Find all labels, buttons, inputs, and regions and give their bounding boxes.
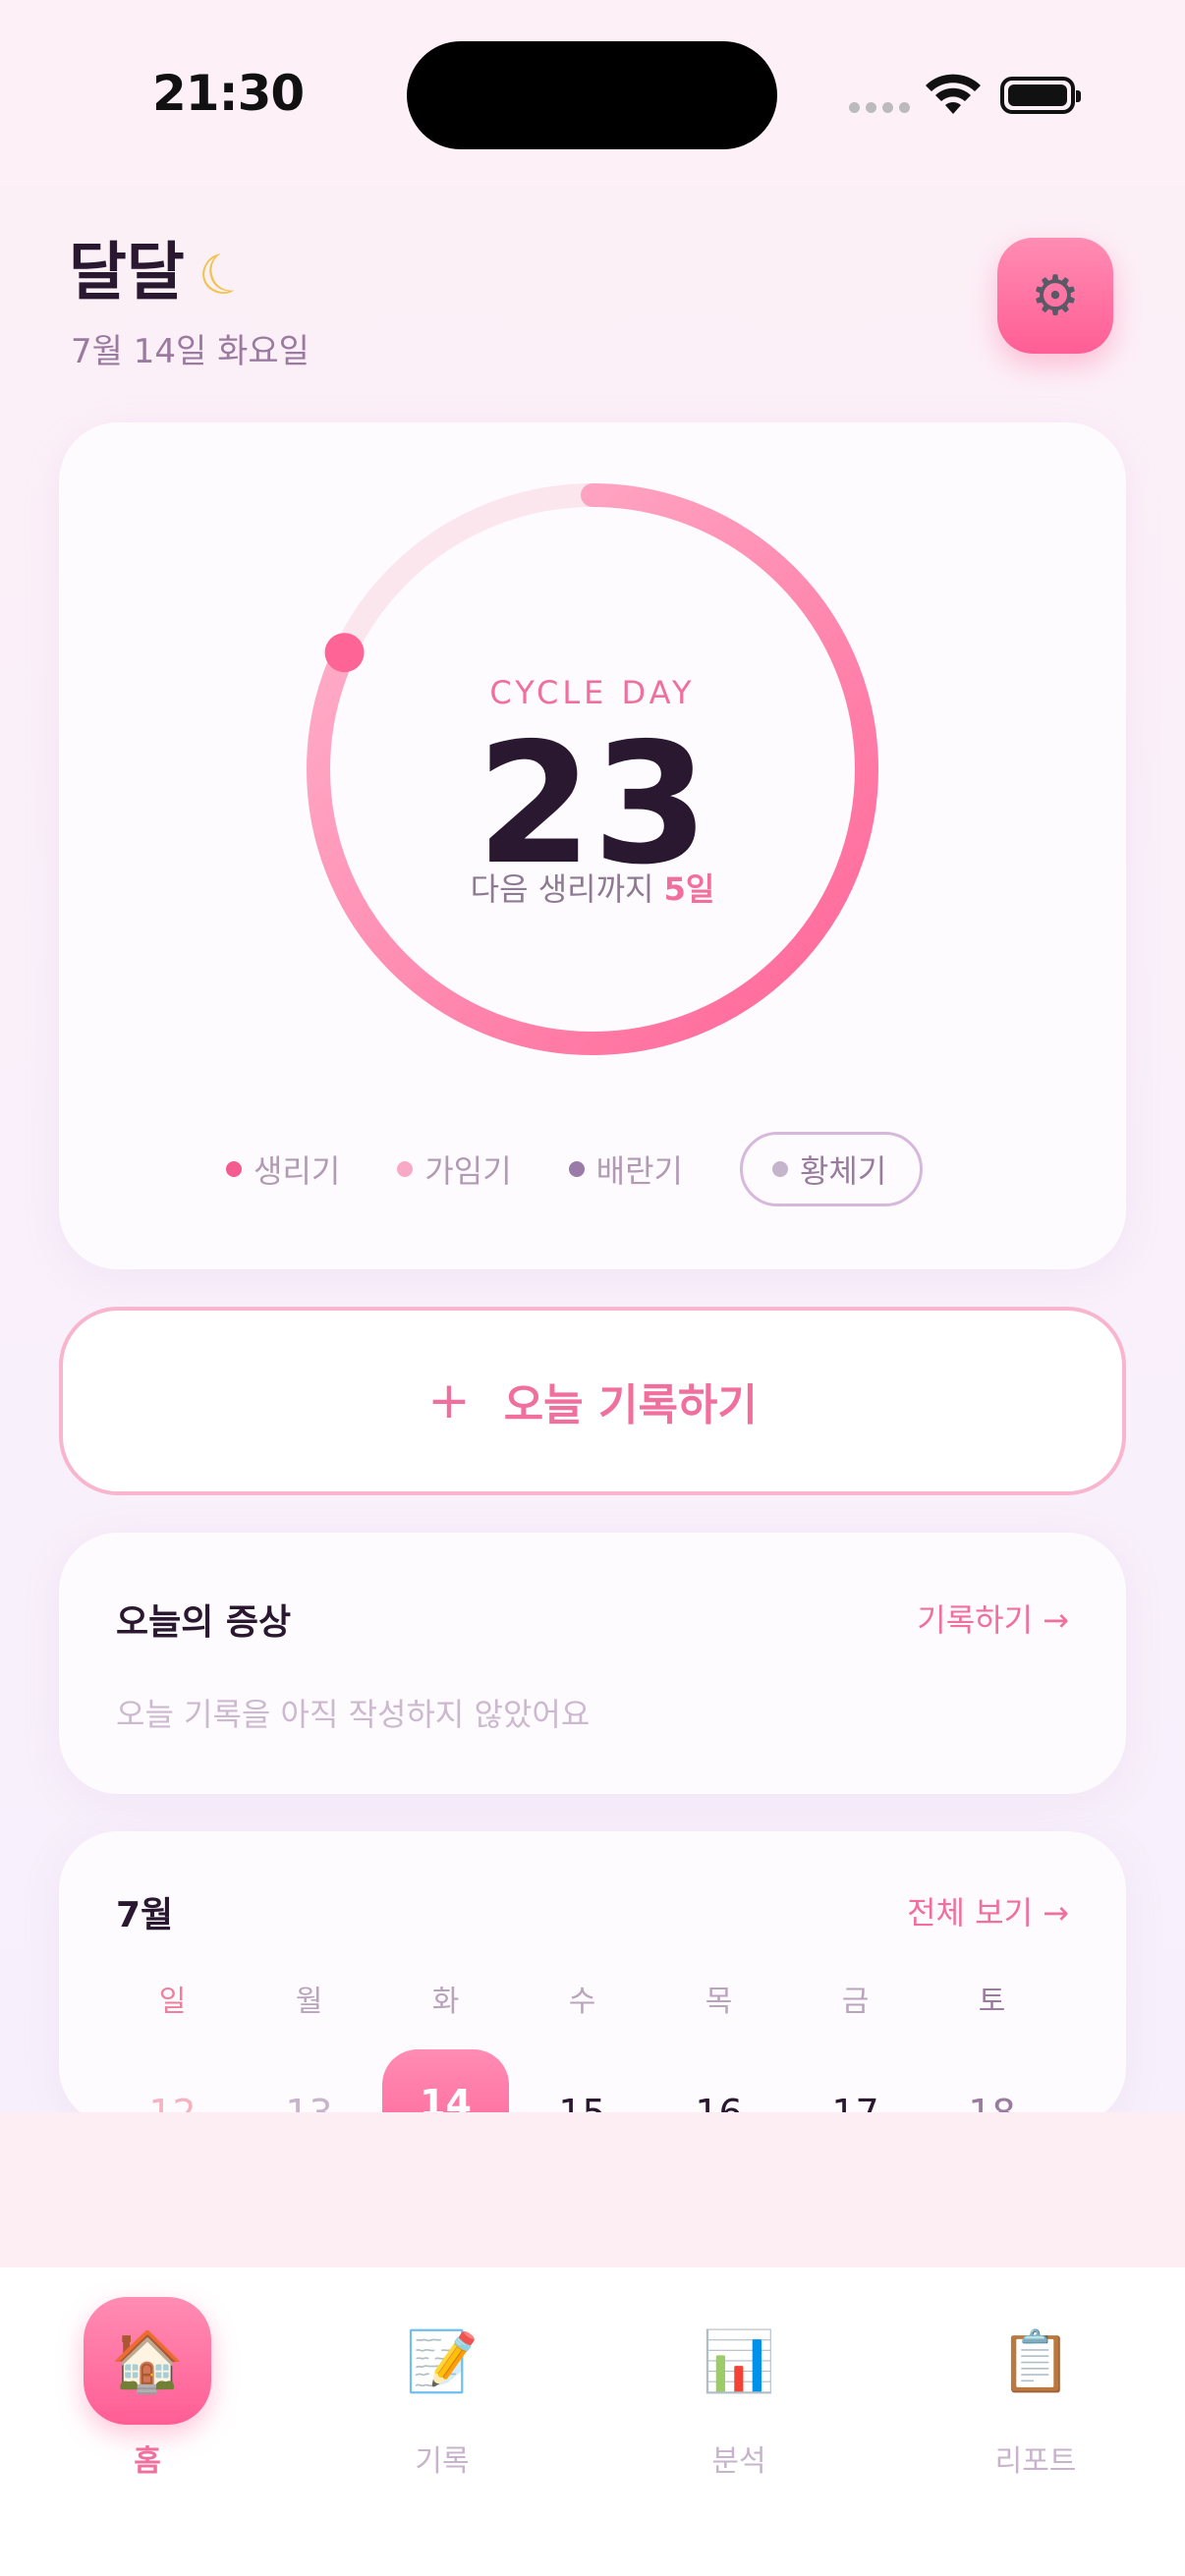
bottom-tab-bar: 🏠 홈 📝 기록 📊 분석 📋 리포트 (0, 2268, 1185, 2576)
moon-icon: ☾ (189, 237, 257, 314)
symptoms-record-link[interactable]: 기록하기 → (917, 1596, 1069, 1641)
memo-icon: 📝 (405, 2326, 480, 2396)
current-date: 7월 14일 화요일 (71, 332, 310, 371)
bar-chart-icon: 📊 (702, 2326, 776, 2396)
tab-report-label: 리포트 (994, 2444, 1077, 2479)
cycle-card: CYCLE DAY 23 다음 생리까지 5일 생리기 가임기 배란기 황체기 (59, 422, 1126, 1269)
ring-knob (324, 633, 365, 673)
tab-home[interactable]: 🏠 홈 (69, 2297, 226, 2480)
weekday-mon: 월 (295, 1985, 323, 2019)
content-fade (0, 2112, 1185, 2269)
tab-home-label: 홈 (134, 2444, 161, 2479)
phase-dot (226, 1161, 242, 1177)
symptoms-title: 오늘의 증상 (116, 1602, 292, 1643)
phase-dot (771, 1161, 788, 1177)
weekday-fri: 금 (841, 1985, 870, 2019)
weekday-sun: 일 (158, 1985, 187, 2019)
cycle-day-label: CYCLE DAY (489, 674, 696, 711)
cellular-signal-icon (849, 102, 910, 113)
record-today-button[interactable]: + 오늘 기록하기 (59, 1307, 1126, 1495)
tab-analysis-label: 분석 (711, 2444, 766, 2479)
plus-icon: + (427, 1372, 471, 1430)
weekday-wed: 수 (568, 1985, 596, 2019)
app-title-text: 달달 (69, 237, 185, 309)
next-period-prefix: 다음 생리까지 (470, 870, 654, 908)
next-period-days: 5일 (663, 870, 715, 908)
tab-report[interactable]: 📋 리포트 (957, 2297, 1114, 2480)
tab-record[interactable]: 📝 기록 (364, 2297, 521, 2480)
status-time: 21:30 (152, 65, 305, 122)
gear-icon: ⚙ (1030, 263, 1081, 328)
tab-record-label: 기록 (415, 2444, 470, 2479)
calendar-weekdays: 일 월 화 수 목 금 토 (59, 1977, 1126, 2020)
symptoms-card: 오늘의 증상 기록하기 → 오늘 기록을 아직 작성하지 않았어요 (59, 1533, 1126, 1794)
tab-analysis[interactable]: 📊 분석 (660, 2297, 818, 2480)
phase-label: 생리기 (254, 1152, 341, 1190)
weekday-tue: 화 (431, 1985, 460, 2019)
phase-label: 황체기 (799, 1152, 887, 1190)
phase-dot (568, 1161, 585, 1177)
weekday-sat: 토 (978, 1985, 1006, 2019)
settings-button[interactable]: ⚙ (997, 238, 1113, 354)
phase-fertile[interactable]: 가임기 (397, 1132, 512, 1206)
app-title: 달달☾ (69, 222, 257, 314)
status-bar: 21:30 (0, 0, 1185, 187)
phase-legend: 생리기 가임기 배란기 황체기 (226, 1132, 924, 1206)
phase-menstrual[interactable]: 생리기 (226, 1132, 340, 1206)
record-today-label: 오늘 기록하기 (503, 1380, 758, 1430)
symptoms-empty-text: 오늘 기록을 아직 작성하지 않았어요 (116, 1696, 591, 1733)
phase-dot (397, 1161, 414, 1177)
weekday-thu: 목 (705, 1985, 733, 2019)
calendar-view-all-link[interactable]: 전체 보기 → (907, 1888, 1069, 1933)
battery-icon (1000, 77, 1081, 114)
phase-ovulation[interactable]: 배란기 (568, 1132, 683, 1206)
phase-label: 가임기 (424, 1152, 512, 1190)
calendar-month: 7월 (116, 1895, 174, 1935)
dynamic-island (407, 41, 777, 149)
house-icon: 🏠 (84, 2297, 211, 2425)
wifi-icon (926, 74, 981, 114)
next-period-text: 다음 생리까지 5일 (59, 865, 1126, 910)
phase-luteal[interactable]: 황체기 (739, 1132, 924, 1206)
calendar-card: 7월 전체 보기 → 일 월 화 수 목 금 토 12 13 14 15 16 … (59, 1831, 1126, 2126)
clipboard-icon: 📋 (998, 2326, 1073, 2396)
phase-label: 배란기 (595, 1152, 683, 1190)
